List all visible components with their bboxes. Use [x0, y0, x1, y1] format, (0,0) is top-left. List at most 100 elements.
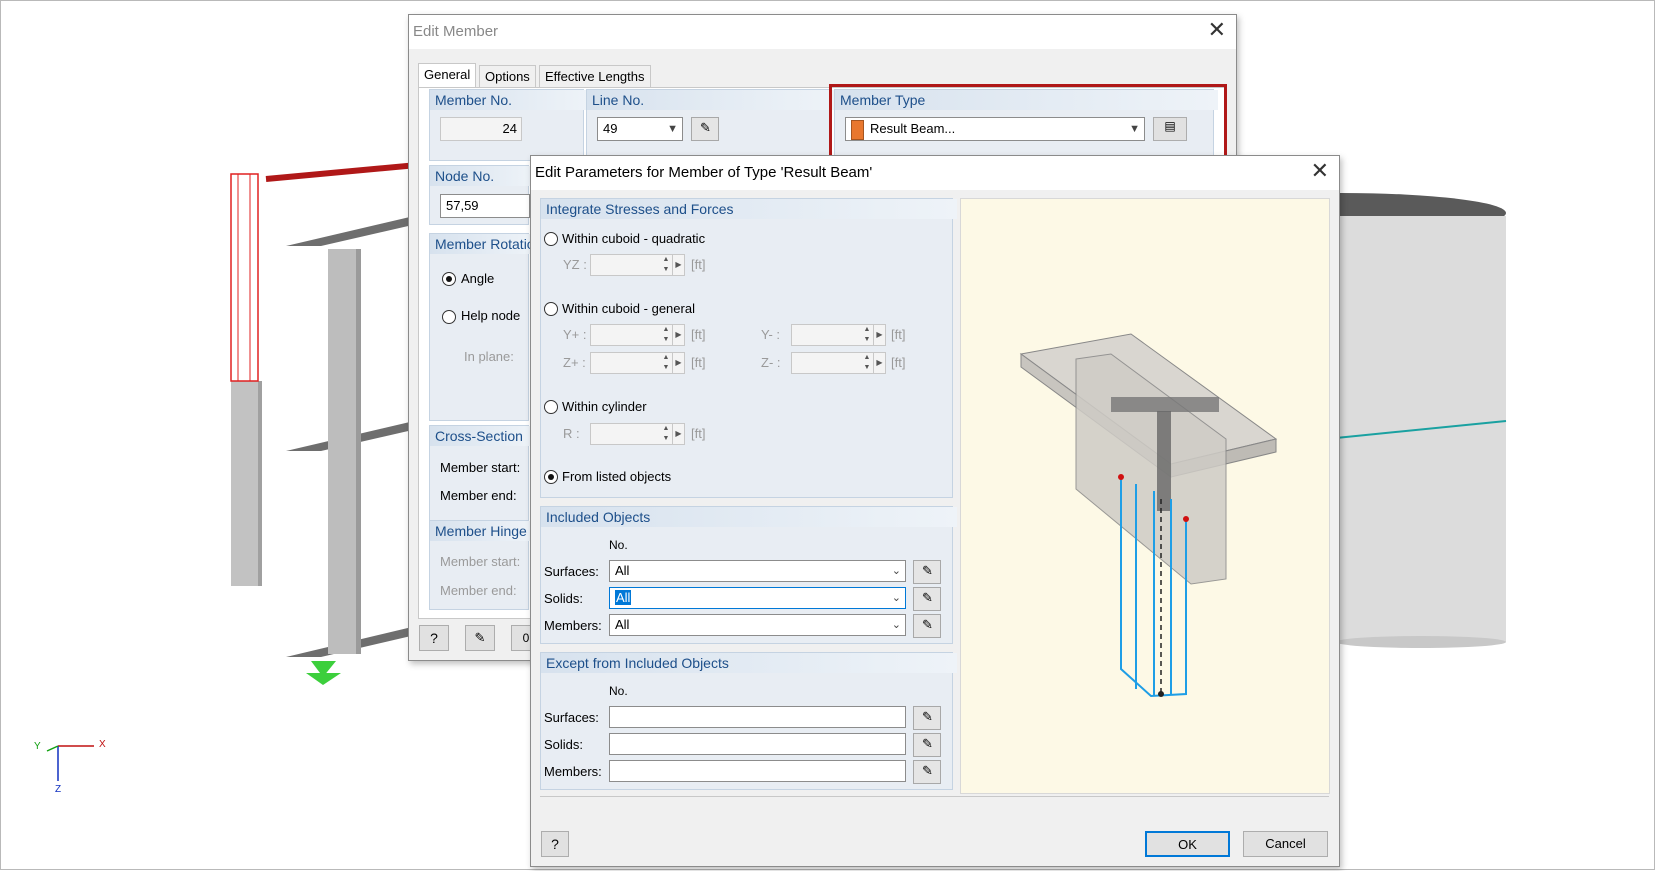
pick-members-button[interactable]: ✎: [913, 614, 941, 638]
r-input[interactable]: ▲ ▼ ▶: [590, 423, 685, 445]
help-button[interactable]: ?: [419, 625, 449, 651]
help-node-radio[interactable]: [442, 310, 456, 324]
cylinder-label: Within cylinder: [562, 399, 647, 414]
cuboid-general-label: Within cuboid - general: [562, 301, 695, 316]
included-surfaces-select[interactable]: All ⌄: [609, 560, 906, 582]
chevron-right-icon: ▶: [672, 424, 684, 444]
cuboid-quadratic-radio[interactable]: [544, 232, 558, 246]
zminus-unit: [ft]: [891, 355, 906, 370]
member-hinge-label: Member Hinge: [430, 521, 533, 541]
line-no-select[interactable]: 49 ▼: [597, 117, 683, 141]
included-solids-label: Solids:: [544, 591, 584, 606]
edit-member-title: Edit Member: [413, 23, 499, 40]
line-no-label: Line No.: [587, 90, 836, 110]
pick-line-button[interactable]: ✎: [691, 117, 719, 141]
yz-input[interactable]: ▲ ▼ ▶: [590, 254, 685, 276]
pointer-pick-icon: ✎: [922, 736, 933, 751]
mh-member-start-label: Member start:: [440, 554, 521, 569]
help-button[interactable]: ?: [541, 831, 569, 857]
zplus-input[interactable]: ▲ ▼ ▶: [590, 352, 685, 374]
angle-label: Angle: [461, 271, 495, 286]
spin-arrows-icon: ▲ ▼: [863, 326, 871, 343]
line-no-group: Line No. 49 ▼ ✎: [586, 89, 836, 161]
preview-panel: [960, 198, 1330, 794]
axis-x-label: X: [99, 739, 106, 750]
units-icon: 0: [522, 631, 530, 645]
pick-solids-button[interactable]: ✎: [913, 587, 941, 611]
chevron-right-icon: ▶: [672, 325, 684, 345]
node-no-field[interactable]: 57,59: [440, 194, 530, 218]
included-members-value: All: [615, 617, 630, 632]
tab-options[interactable]: Options: [479, 65, 536, 88]
pick-surfaces-button[interactable]: ✎: [913, 560, 941, 584]
member-no-field[interactable]: 24: [440, 117, 522, 141]
line-no-value: 49: [603, 121, 618, 136]
button-bar-divider: [540, 796, 1329, 797]
included-no-header: No.: [609, 538, 628, 552]
tab-general[interactable]: General: [418, 63, 477, 88]
included-members-label: Members:: [544, 618, 602, 633]
spin-arrows-icon: ▲ ▼: [863, 354, 871, 371]
yminus-input[interactable]: ▲ ▼ ▶: [791, 324, 886, 346]
chevron-down-icon: ⌄: [891, 619, 901, 631]
pick-except-members-button[interactable]: ✎: [913, 760, 941, 784]
edit-icon: ✎: [474, 630, 486, 645]
zminus-input[interactable]: ▲ ▼ ▶: [791, 352, 886, 374]
except-members-field[interactable]: [609, 760, 906, 782]
axis-triad: [46, 745, 94, 781]
chevron-right-icon: ▶: [672, 353, 684, 373]
spin-arrows-icon: ▲ ▼: [662, 326, 670, 343]
yminus-unit: [ft]: [891, 327, 906, 342]
yz-unit: [ft]: [691, 257, 706, 272]
cuboid-quadratic-label: Within cuboid - quadratic: [562, 231, 706, 246]
cuboid-general-radio[interactable]: [544, 302, 558, 316]
cylinder-radio[interactable]: [544, 400, 558, 414]
close-icon[interactable]: ✕: [1311, 160, 1329, 184]
cancel-button[interactable]: Cancel: [1243, 831, 1328, 857]
yplus-label: Y+ :: [563, 327, 587, 342]
integrate-group: Integrate Stresses and Forces Within cub…: [540, 198, 957, 498]
r-unit: [ft]: [691, 426, 706, 441]
edit-button[interactable]: ✎: [465, 625, 495, 651]
chevron-right-icon: ▶: [672, 255, 684, 275]
included-surfaces-value: All: [615, 563, 630, 578]
cs-member-start-label: Member start:: [440, 460, 521, 475]
pick-except-surfaces-button[interactable]: ✎: [913, 706, 941, 730]
edit-params-dialog: Edit Parameters for Member of Type 'Resu…: [530, 155, 1340, 867]
listed-objects-radio[interactable]: [544, 470, 558, 484]
except-members-label: Members:: [544, 764, 602, 779]
member-no-group: Member No. 24: [429, 89, 588, 161]
included-members-select[interactable]: All ⌄: [609, 614, 906, 636]
column-standalone-edge: [258, 381, 262, 586]
result-beam-illustration: [1019, 333, 1278, 698]
angle-radio[interactable]: [442, 272, 456, 286]
except-objects-group: Except from Included Objects No. Surface…: [540, 652, 957, 790]
except-solids-label: Solids:: [544, 737, 584, 752]
spin-arrows-icon: ▲ ▼: [662, 354, 670, 371]
yz-label: YZ :: [563, 257, 587, 272]
listed-objects-label: From listed objects: [562, 469, 672, 484]
except-surfaces-field[interactable]: [609, 706, 906, 728]
close-icon[interactable]: ✕: [1208, 19, 1226, 43]
pointer-pick-icon: ✎: [700, 120, 711, 135]
pointer-pick-icon: ✎: [922, 617, 933, 632]
chevron-down-icon: ▼: [667, 123, 678, 135]
tab-effective-lengths[interactable]: Effective Lengths: [539, 65, 651, 88]
help-icon: ?: [430, 630, 438, 646]
included-solids-value: All: [615, 590, 632, 605]
included-surfaces-label: Surfaces:: [544, 564, 599, 579]
member-hinge-group: Member Hinge Member start: Member end:: [429, 520, 533, 610]
zminus-label: Z- :: [761, 355, 781, 370]
ok-button[interactable]: OK: [1145, 831, 1230, 857]
included-solids-select[interactable]: All ⌄: [609, 587, 906, 609]
edit-member-titlebar: Edit Member ✕: [409, 15, 1236, 49]
included-objects-group: Included Objects No. Surfaces: All ⌄ ✎ So…: [540, 506, 957, 644]
chevron-down-icon: ⌄: [891, 565, 901, 577]
edit-params-title: Edit Parameters for Member of Type 'Resu…: [535, 164, 873, 181]
in-plane-label: In plane:: [464, 349, 514, 364]
yplus-input[interactable]: ▲ ▼ ▶: [590, 324, 685, 346]
except-solids-field[interactable]: [609, 733, 906, 755]
column-building: [328, 249, 356, 654]
pick-except-solids-button[interactable]: ✎: [913, 733, 941, 757]
node-no-group: Node No. 57,59: [429, 165, 533, 225]
